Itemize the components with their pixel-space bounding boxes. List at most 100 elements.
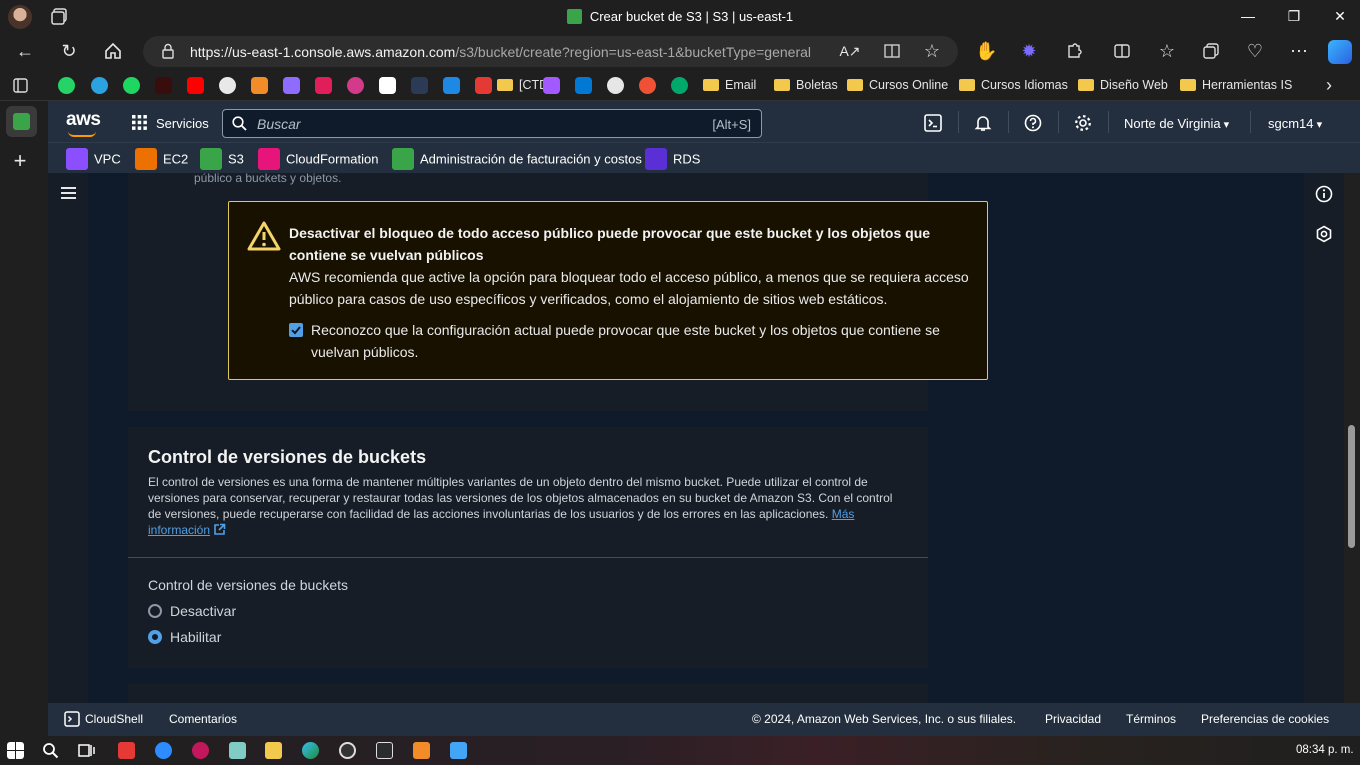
taskbar-app-icon[interactable] xyxy=(118,742,135,759)
bookmark-folder-herramientas[interactable]: Herramientas IS xyxy=(1180,78,1292,92)
favorite-vpc[interactable]: VPC xyxy=(66,148,121,170)
immersive-reader-icon[interactable] xyxy=(881,40,903,62)
bookmark-dev-icon[interactable] xyxy=(379,77,396,94)
cloudshell-icon[interactable] xyxy=(924,114,942,132)
restore-button[interactable]: ❐ xyxy=(1284,6,1304,26)
bookmark-1k-icon[interactable] xyxy=(347,77,364,94)
bookmark-folder-cursos-online[interactable]: Cursos Online xyxy=(847,78,948,92)
favorite-ec2[interactable]: EC2 xyxy=(135,148,188,170)
favorite-star-icon[interactable]: ☆ xyxy=(921,40,943,62)
services-menu[interactable]: Servicios xyxy=(156,116,209,131)
address-bar[interactable]: https://us-east-1.console.aws.amazon.com… xyxy=(143,36,958,67)
bookmark-icon[interactable] xyxy=(155,77,172,94)
page-scrollbar[interactable] xyxy=(1344,173,1360,703)
close-window-button[interactable]: ✕ xyxy=(1330,6,1350,26)
info-icon[interactable] xyxy=(1315,185,1333,203)
settings-more-icon[interactable]: ⋯ xyxy=(1288,40,1310,62)
acknowledge-checkbox[interactable] xyxy=(289,323,303,337)
home-icon[interactable] xyxy=(102,40,124,62)
chatgpt-icon[interactable] xyxy=(219,77,236,94)
extension-icon[interactable]: ✹ xyxy=(1018,40,1040,62)
bookmark-window-icon[interactable] xyxy=(443,77,460,94)
edge-icon[interactable] xyxy=(302,742,319,759)
notifications-bell-icon[interactable] xyxy=(974,114,992,132)
tab-s3-active[interactable] xyxy=(6,106,37,137)
copilot-icon[interactable] xyxy=(1328,40,1352,64)
figma-icon[interactable] xyxy=(543,77,560,94)
bookmark-app-icon[interactable] xyxy=(411,77,428,94)
bookmark-folder-email[interactable]: Email xyxy=(703,78,756,92)
task-view-icon[interactable] xyxy=(78,742,95,759)
chevron-right-icon[interactable]: › xyxy=(1318,74,1340,96)
notepad-icon[interactable] xyxy=(229,742,246,759)
tab-actions-icon[interactable] xyxy=(12,77,29,94)
bookmark-folder-cursos-idiomas[interactable]: Cursos Idiomas xyxy=(959,78,1068,92)
whatsapp-icon[interactable] xyxy=(58,77,75,94)
acknowledge-checkbox-label[interactable]: Reconozco que la configuración actual pu… xyxy=(311,319,971,363)
account-menu[interactable]: sgcm14 xyxy=(1268,116,1322,131)
github-icon[interactable] xyxy=(607,77,624,94)
cloudshell-footer-icon[interactable] xyxy=(64,711,80,727)
youtube-icon[interactable] xyxy=(187,77,204,94)
system-clock[interactable]: 08:34 p. m. xyxy=(1296,744,1354,756)
favorite-s3[interactable]: S3 xyxy=(200,148,244,170)
spotify-icon[interactable] xyxy=(123,77,140,94)
favorite-cloudformation[interactable]: CloudFormation xyxy=(258,148,379,170)
bookmark-folder-boletas[interactable]: Boletas xyxy=(774,78,838,92)
terms-link[interactable]: Términos xyxy=(1126,712,1176,726)
aws-search-box[interactable]: [Alt+S] xyxy=(222,109,762,138)
favorites-icon[interactable]: ☆ xyxy=(1156,40,1178,62)
taskbar-search-icon[interactable] xyxy=(42,742,59,759)
cookie-preferences-link[interactable]: Preferencias de cookies xyxy=(1201,712,1329,726)
taskbar-app-icon[interactable] xyxy=(413,742,430,759)
comments-link[interactable]: Comentarios xyxy=(169,712,237,726)
bookmark-m-icon[interactable] xyxy=(251,77,268,94)
new-tab-icon[interactable]: + xyxy=(9,150,31,172)
back-icon[interactable]: ← xyxy=(14,40,36,62)
browser-essentials-icon[interactable]: ♡ xyxy=(1244,40,1266,62)
taskbar-app-icon[interactable] xyxy=(192,742,209,759)
bookmark-green-icon[interactable] xyxy=(671,77,688,94)
split-screen-icon[interactable] xyxy=(1111,40,1133,62)
search-input[interactable] xyxy=(257,114,697,134)
privacy-link[interactable]: Privacidad xyxy=(1045,712,1101,726)
menu-hamburger-icon[interactable] xyxy=(61,187,76,199)
settings-gear-icon[interactable] xyxy=(1074,114,1092,132)
aws-logo[interactable]: aws xyxy=(66,109,101,137)
scrollbar-thumb[interactable] xyxy=(1348,425,1355,548)
url-text[interactable]: https://us-east-1.console.aws.amazon.com… xyxy=(190,44,811,60)
telegram-icon[interactable] xyxy=(91,77,108,94)
windows-start-icon[interactable] xyxy=(7,742,24,759)
region-selector[interactable]: Norte de Virginia xyxy=(1124,116,1229,131)
collections-icon[interactable] xyxy=(1200,40,1222,62)
aws-favorites-bar: VPC EC2 S3 CloudFormation Administración… xyxy=(48,142,1360,173)
radio-label-desactivar[interactable]: Desactivar xyxy=(170,603,236,619)
read-aloud-icon[interactable]: A↗ xyxy=(839,40,861,62)
file-explorer-icon[interactable] xyxy=(265,742,282,759)
radio-habilitar[interactable] xyxy=(148,630,162,644)
virtualbox-icon[interactable] xyxy=(376,742,393,759)
radio-desactivar[interactable] xyxy=(148,604,162,618)
favorite-rds[interactable]: RDS xyxy=(645,148,700,170)
services-grid-icon[interactable] xyxy=(132,115,147,130)
extensions-icon[interactable] xyxy=(1063,40,1085,62)
amazon-q-icon[interactable] xyxy=(1315,225,1333,243)
favorite-billing[interactable]: Administración de facturación y costos xyxy=(392,148,642,170)
radio-label-habilitar[interactable]: Habilitar xyxy=(170,629,221,645)
help-icon[interactable] xyxy=(1024,114,1042,132)
vscode-icon[interactable] xyxy=(575,77,592,94)
cloudshell-link[interactable]: CloudShell xyxy=(85,712,143,726)
refresh-icon[interactable]: ↻ xyxy=(58,40,80,62)
git-icon[interactable] xyxy=(639,77,656,94)
extension-adblock-icon[interactable]: ✋ xyxy=(975,40,997,62)
minimize-button[interactable]: — xyxy=(1238,6,1258,26)
lock-icon[interactable] xyxy=(161,43,175,59)
gemini-icon[interactable] xyxy=(283,77,300,94)
ctd-icon[interactable] xyxy=(475,77,492,94)
bookmark-folder-diseno-web[interactable]: Diseño Web xyxy=(1078,78,1168,92)
media-player-icon[interactable] xyxy=(339,742,356,759)
zoom-icon[interactable] xyxy=(155,742,172,759)
slack-icon[interactable] xyxy=(315,77,332,94)
external-link-icon[interactable] xyxy=(213,523,226,536)
taskbar-app-icon[interactable] xyxy=(450,742,467,759)
